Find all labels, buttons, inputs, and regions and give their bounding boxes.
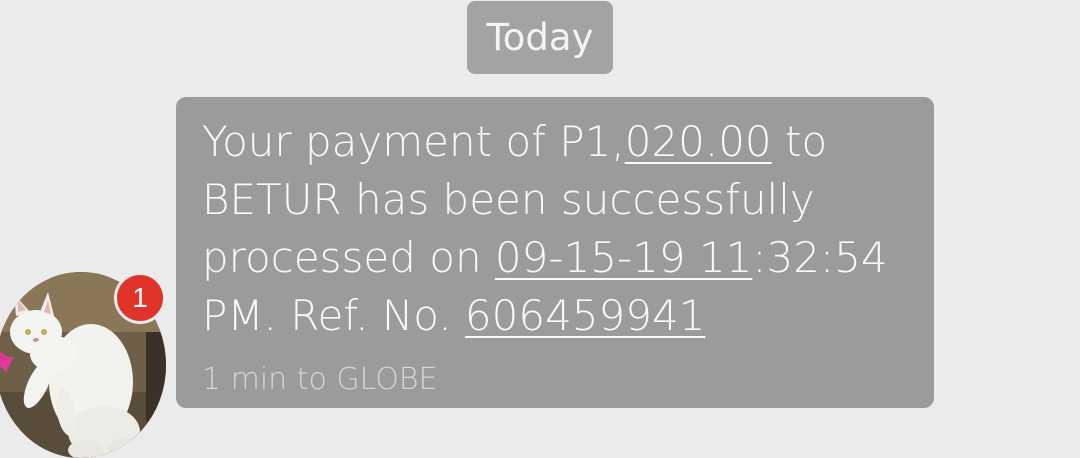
message-text-segment: BETUR has been successfully [202,175,815,224]
message-line-2: BETUR has been successfully [202,171,908,229]
unread-count-badge: 1 [114,272,166,324]
message-text-segment: Your payment of P1, [202,117,625,166]
amount-link[interactable]: 020.00 [625,117,772,166]
message-bubble[interactable]: Your payment of P1,020.00 to BETUR has b… [176,97,934,408]
message-line-1: Your payment of P1,020.00 to [202,113,908,171]
datetime-link[interactable]: 09-15-19 11 [495,233,752,282]
message-text-segment: :32:54 [752,233,888,282]
message-line-4: PM. Ref. No. 606459941 [202,287,908,345]
reference-number-link[interactable]: 606459941 [465,291,706,340]
message-text-segment: PM. Ref. No. [202,291,465,340]
message-text: Your payment of P1,020.00 to BETUR has b… [202,113,908,345]
message-line-3: processed on 09-15-19 11:32:54 [202,229,908,287]
message-text-segment: processed on [202,233,495,282]
message-meta: 1 min to GLOBE [202,362,438,397]
date-separator: Today [467,1,613,74]
message-text-segment: to [771,117,828,166]
